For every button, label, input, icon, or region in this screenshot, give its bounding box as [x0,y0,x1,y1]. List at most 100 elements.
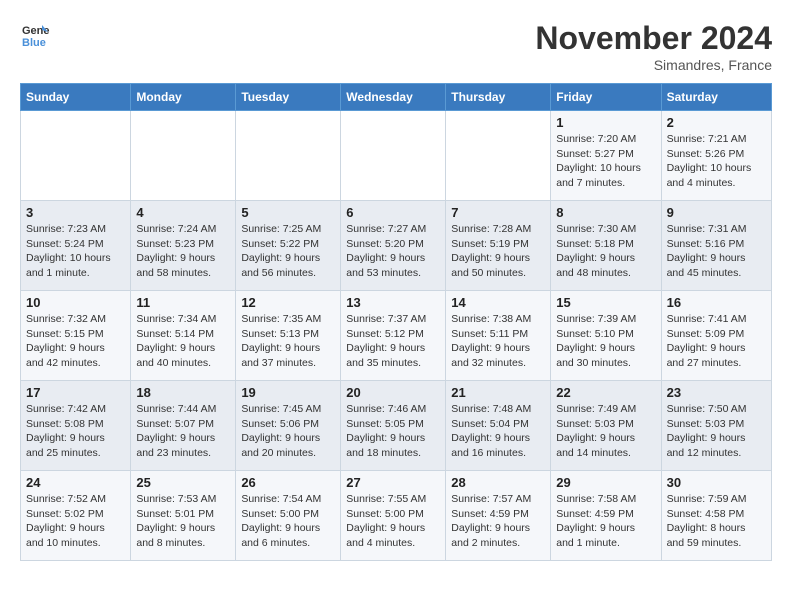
day-info: Sunrise: 7:50 AM Sunset: 5:03 PM Dayligh… [667,402,766,461]
day-info: Sunrise: 7:32 AM Sunset: 5:15 PM Dayligh… [26,312,125,371]
location: Simandres, France [535,57,772,73]
day-number: 9 [667,205,766,220]
calendar-cell: 17 Sunrise: 7:42 AM Sunset: 5:08 PM Dayli… [21,381,131,471]
day-number: 23 [667,385,766,400]
calendar-cell: 20 Sunrise: 7:46 AM Sunset: 5:05 PM Dayli… [341,381,446,471]
calendar-cell: 27 Sunrise: 7:55 AM Sunset: 5:00 PM Dayli… [341,471,446,561]
day-info: Sunrise: 7:58 AM Sunset: 4:59 PM Dayligh… [556,492,655,551]
day-info: Sunrise: 7:31 AM Sunset: 5:16 PM Dayligh… [667,222,766,281]
day-info: Sunrise: 7:28 AM Sunset: 5:19 PM Dayligh… [451,222,545,281]
day-info: Sunrise: 7:34 AM Sunset: 5:14 PM Dayligh… [136,312,230,371]
day-number: 17 [26,385,125,400]
day-info: Sunrise: 7:49 AM Sunset: 5:03 PM Dayligh… [556,402,655,461]
calendar-cell [446,111,551,201]
day-number: 14 [451,295,545,310]
weekday-header-thursday: Thursday [446,84,551,111]
day-info: Sunrise: 7:30 AM Sunset: 5:18 PM Dayligh… [556,222,655,281]
day-number: 27 [346,475,440,490]
day-number: 12 [241,295,335,310]
calendar-cell: 6 Sunrise: 7:27 AM Sunset: 5:20 PM Daylig… [341,201,446,291]
day-number: 16 [667,295,766,310]
day-number: 22 [556,385,655,400]
day-number: 20 [346,385,440,400]
day-number: 15 [556,295,655,310]
day-info: Sunrise: 7:21 AM Sunset: 5:26 PM Dayligh… [667,132,766,191]
day-number: 21 [451,385,545,400]
calendar-cell: 15 Sunrise: 7:39 AM Sunset: 5:10 PM Dayli… [551,291,661,381]
calendar-table: SundayMondayTuesdayWednesdayThursdayFrid… [20,83,772,561]
day-info: Sunrise: 7:55 AM Sunset: 5:00 PM Dayligh… [346,492,440,551]
calendar-cell: 3Sunrise: 7:23 AM Sunset: 5:24 PM Daylig… [21,201,131,291]
logo: General Blue [20,20,50,50]
day-info: Sunrise: 7:54 AM Sunset: 5:00 PM Dayligh… [241,492,335,551]
day-number: 24 [26,475,125,490]
day-info: Sunrise: 7:38 AM Sunset: 5:11 PM Dayligh… [451,312,545,371]
day-number: 6 [346,205,440,220]
weekday-header-friday: Friday [551,84,661,111]
month-title: November 2024 [535,20,772,57]
day-info: Sunrise: 7:24 AM Sunset: 5:23 PM Dayligh… [136,222,230,281]
calendar-cell: 16 Sunrise: 7:41 AM Sunset: 5:09 PM Dayli… [661,291,771,381]
day-info: Sunrise: 7:25 AM Sunset: 5:22 PM Dayligh… [241,222,335,281]
calendar-cell: 10 Sunrise: 7:32 AM Sunset: 5:15 PM Dayli… [21,291,131,381]
day-info: Sunrise: 7:39 AM Sunset: 5:10 PM Dayligh… [556,312,655,371]
calendar-cell: 24 Sunrise: 7:52 AM Sunset: 5:02 PM Dayli… [21,471,131,561]
calendar-cell: 22 Sunrise: 7:49 AM Sunset: 5:03 PM Dayli… [551,381,661,471]
day-info: Sunrise: 7:35 AM Sunset: 5:13 PM Dayligh… [241,312,335,371]
calendar-cell [131,111,236,201]
svg-text:Blue: Blue [22,37,46,49]
day-number: 5 [241,205,335,220]
calendar-cell: 23 Sunrise: 7:50 AM Sunset: 5:03 PM Dayli… [661,381,771,471]
day-number: 29 [556,475,655,490]
day-info: Sunrise: 7:41 AM Sunset: 5:09 PM Dayligh… [667,312,766,371]
day-info: Sunrise: 7:52 AM Sunset: 5:02 PM Dayligh… [26,492,125,551]
calendar-cell: 13 Sunrise: 7:37 AM Sunset: 5:12 PM Dayli… [341,291,446,381]
day-info: Sunrise: 7:44 AM Sunset: 5:07 PM Dayligh… [136,402,230,461]
weekday-header-tuesday: Tuesday [236,84,341,111]
day-number: 13 [346,295,440,310]
day-info: Sunrise: 7:59 AM Sunset: 4:58 PM Dayligh… [667,492,766,551]
title-block: November 2024 Simandres, France [535,20,772,73]
page-header: General Blue November 2024 Simandres, Fr… [20,20,772,73]
weekday-header-wednesday: Wednesday [341,84,446,111]
calendar-cell: 4 Sunrise: 7:24 AM Sunset: 5:23 PM Daylig… [131,201,236,291]
day-number: 28 [451,475,545,490]
day-number: 4 [136,205,230,220]
day-info: Sunrise: 7:42 AM Sunset: 5:08 PM Dayligh… [26,402,125,461]
day-number: 25 [136,475,230,490]
day-number: 26 [241,475,335,490]
day-number: 19 [241,385,335,400]
calendar-cell: 29 Sunrise: 7:58 AM Sunset: 4:59 PM Dayli… [551,471,661,561]
calendar-cell: 5 Sunrise: 7:25 AM Sunset: 5:22 PM Daylig… [236,201,341,291]
day-info: Sunrise: 7:53 AM Sunset: 5:01 PM Dayligh… [136,492,230,551]
day-info: Sunrise: 7:27 AM Sunset: 5:20 PM Dayligh… [346,222,440,281]
day-number: 11 [136,295,230,310]
day-number: 30 [667,475,766,490]
calendar-cell [21,111,131,201]
calendar-cell: 1 Sunrise: 7:20 AM Sunset: 5:27 PM Daylig… [551,111,661,201]
calendar-cell: 30 Sunrise: 7:59 AM Sunset: 4:58 PM Dayli… [661,471,771,561]
day-info: Sunrise: 7:37 AM Sunset: 5:12 PM Dayligh… [346,312,440,371]
day-number: 10 [26,295,125,310]
calendar-cell: 7 Sunrise: 7:28 AM Sunset: 5:19 PM Daylig… [446,201,551,291]
calendar-cell: 11 Sunrise: 7:34 AM Sunset: 5:14 PM Dayli… [131,291,236,381]
day-info: Sunrise: 7:20 AM Sunset: 5:27 PM Dayligh… [556,132,655,191]
calendar-cell: 2 Sunrise: 7:21 AM Sunset: 5:26 PM Daylig… [661,111,771,201]
day-info: Sunrise: 7:57 AM Sunset: 4:59 PM Dayligh… [451,492,545,551]
day-info: Sunrise: 7:45 AM Sunset: 5:06 PM Dayligh… [241,402,335,461]
calendar-cell: 9 Sunrise: 7:31 AM Sunset: 5:16 PM Daylig… [661,201,771,291]
weekday-header-sunday: Sunday [21,84,131,111]
day-info: Sunrise: 7:23 AM Sunset: 5:24 PM Dayligh… [26,222,125,281]
day-number: 1 [556,115,655,130]
weekday-header-saturday: Saturday [661,84,771,111]
calendar-cell: 14 Sunrise: 7:38 AM Sunset: 5:11 PM Dayli… [446,291,551,381]
day-number: 7 [451,205,545,220]
day-number: 18 [136,385,230,400]
calendar-cell: 19 Sunrise: 7:45 AM Sunset: 5:06 PM Dayli… [236,381,341,471]
logo-icon: General Blue [20,20,50,50]
calendar-cell: 12 Sunrise: 7:35 AM Sunset: 5:13 PM Dayli… [236,291,341,381]
calendar-cell: 26 Sunrise: 7:54 AM Sunset: 5:00 PM Dayli… [236,471,341,561]
day-number: 8 [556,205,655,220]
day-number: 2 [667,115,766,130]
day-info: Sunrise: 7:46 AM Sunset: 5:05 PM Dayligh… [346,402,440,461]
